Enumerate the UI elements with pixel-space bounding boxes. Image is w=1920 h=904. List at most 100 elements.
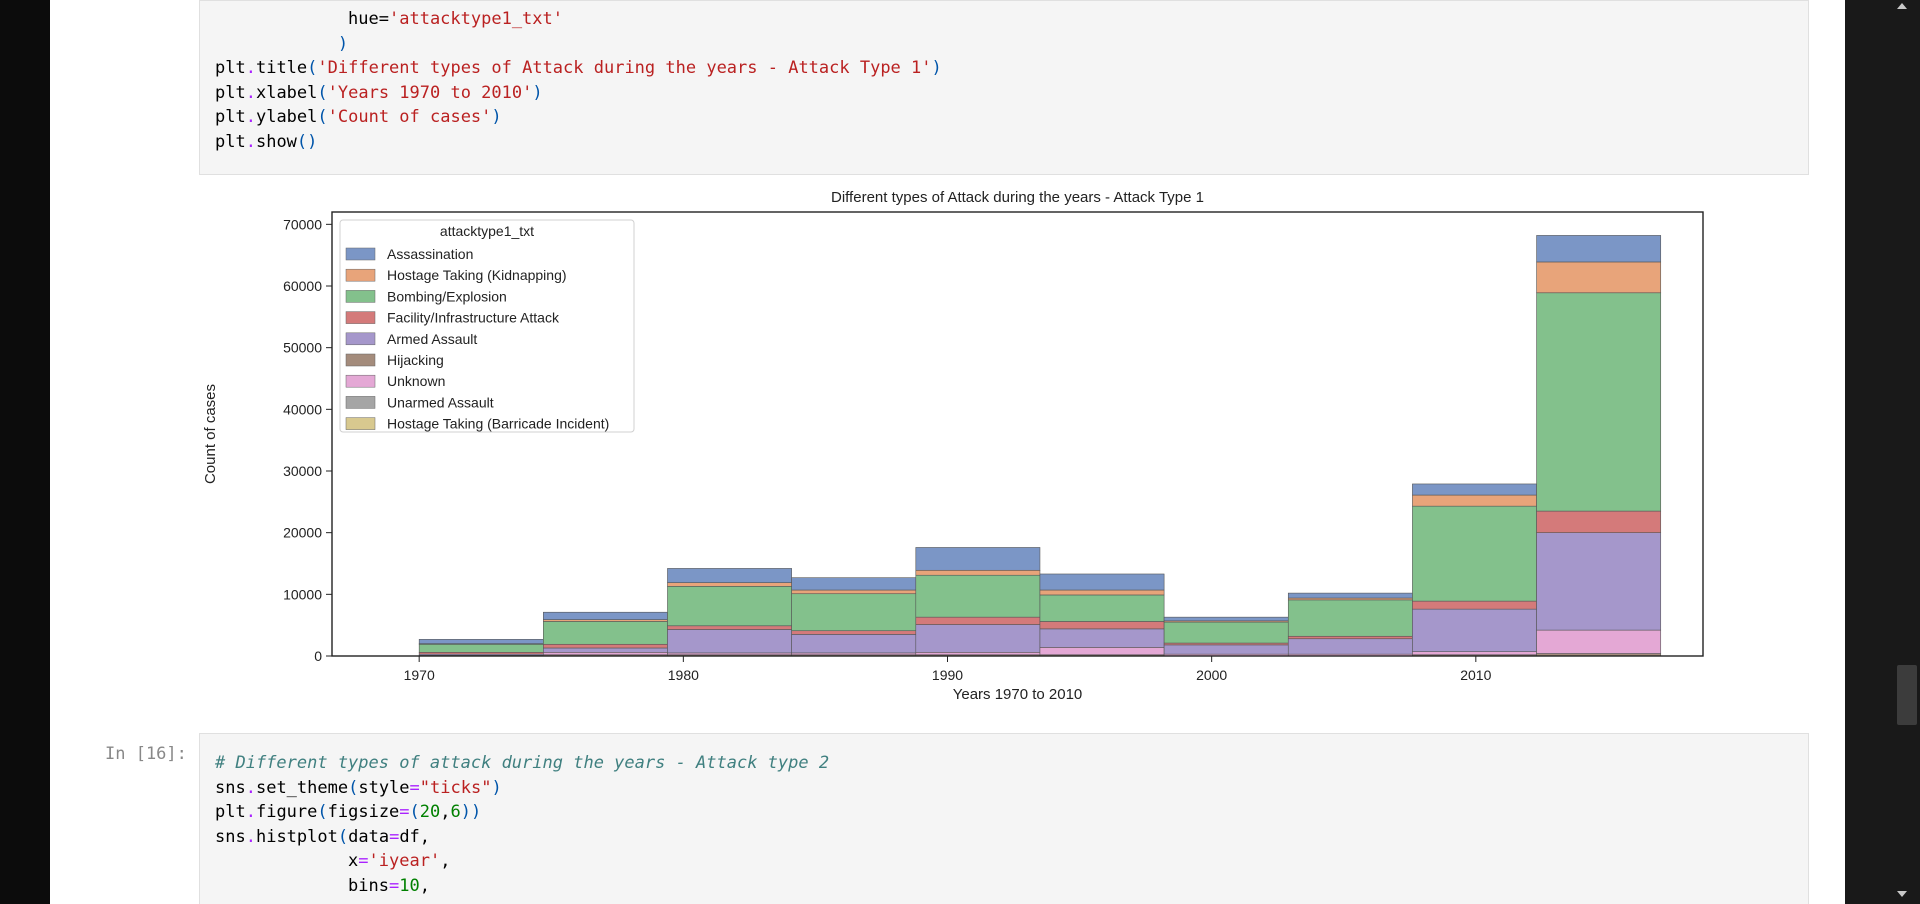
legend-swatch: [345, 374, 376, 388]
legend-label: Hijacking: [387, 352, 444, 368]
histogram-bar-segment: [791, 589, 917, 595]
code-comment: # Different types of attack during the y…: [215, 753, 830, 773]
legend-label: Hostage Taking (Kidnapping): [387, 267, 567, 283]
code-line: plt.show(): [215, 131, 318, 152]
y-tick-label: 20000: [283, 525, 322, 541]
legend-label: Facility/Infrastructure Attack: [387, 310, 560, 326]
code-line: plt.ylabel('Count of cases'): [215, 107, 502, 127]
x-tick-label: 1980: [668, 667, 699, 683]
code-line: sns.histplot(data=df,: [215, 826, 431, 847]
code-block: hue='attacktype1_txt' ) plt.title('Diffe…: [200, 1, 1808, 154]
code-line: sns.set_theme(style="ticks"): [215, 777, 502, 798]
legend-label: Unarmed Assault: [387, 394, 494, 410]
histogram-bar-segment: [1039, 573, 1165, 591]
histogram-bar-segment: [667, 568, 792, 583]
histogram-bar-segment: [1536, 235, 1662, 263]
scroll-down-arrow-icon[interactable]: [1897, 891, 1907, 897]
histogram-bar-segment: [791, 630, 917, 635]
histogram-bar-segment: [1536, 510, 1662, 533]
y-tick-label: 60000: [283, 278, 322, 294]
histogram-bar-segment: [1039, 594, 1165, 622]
legend-swatch: [345, 290, 376, 303]
histogram-bar-segment: [791, 593, 917, 632]
notebook-page: hue='attacktype1_txt' ) plt.title('Diffe…: [50, 0, 1845, 904]
code-line: x='iyear',: [215, 851, 451, 871]
legend-title: attacktype1_txt: [440, 223, 534, 239]
legend-label: Assassination: [387, 246, 473, 262]
scroll-up-arrow-icon[interactable]: [1897, 3, 1907, 9]
y-tick-label: 70000: [283, 216, 322, 232]
histogram-bar-segment: [543, 643, 668, 649]
y-tick-label: 30000: [283, 463, 322, 479]
histogram-bar-segment: [1039, 589, 1165, 596]
histogram-bar-segment: [667, 629, 792, 654]
histogram-bar-segment: [667, 625, 792, 630]
legend-label: Armed Assault: [387, 331, 477, 347]
histogram-bar-segment: [1287, 592, 1413, 599]
legend-label: Bombing/Explosion: [387, 288, 507, 304]
legend-swatch: [345, 311, 376, 324]
scrollbar-thumb[interactable]: [1897, 665, 1917, 725]
histogram-bar-segment: [1536, 292, 1662, 512]
code-line: plt.xlabel('Years 1970 to 2010'): [215, 82, 543, 103]
y-tick-label: 40000: [283, 401, 322, 417]
histogram-bar-segment: [1039, 628, 1165, 648]
code-line: plt.figure(figsize=(20,6)): [215, 802, 482, 822]
histogram-bar-segment: [543, 611, 668, 620]
histogram-bar-segment: [1287, 635, 1413, 640]
vertical-scrollbar[interactable]: [1845, 0, 1920, 904]
histogram-bar-segment: [915, 624, 1041, 653]
legend-label: Hostage Taking (Barricade Incident): [387, 416, 609, 432]
histogram-bar-segment: [1412, 483, 1537, 496]
code-block: # Different types of attack during the y…: [200, 734, 1808, 898]
histogram-bar-segment: [1412, 600, 1537, 610]
histogram-bar-segment: [1536, 261, 1662, 294]
chart-output: Different types of Attack during the yea…: [199, 185, 1845, 720]
histogram-bar-segment: [1536, 629, 1662, 654]
x-tick-label: 1970: [404, 667, 435, 683]
code-cell-plot-attack-type-2[interactable]: # Different types of attack during the y…: [199, 733, 1809, 904]
histogram-bar-segment: [1412, 651, 1537, 656]
histogram-bar-segment: [543, 621, 668, 645]
legend-swatch: [345, 332, 376, 346]
histogram-bar-segment: [1039, 647, 1165, 656]
histogram-bar-segment: [1287, 638, 1413, 655]
histogram-bar-segment: [1039, 621, 1165, 630]
histogram-bar-segment: [915, 651, 1041, 656]
histogram-chart: Different types of Attack during the yea…: [202, 189, 1704, 703]
histogram-bar-segment: [1163, 621, 1289, 644]
histogram-bar-segment: [667, 586, 792, 627]
histogram-bar-segment: [667, 582, 792, 587]
y-tick-label: 10000: [283, 586, 322, 602]
histogram-bar-segment: [1163, 644, 1289, 655]
histogram-bar-segment: [543, 647, 668, 653]
y-tick-label: 50000: [283, 340, 322, 356]
chart-title: Different types of Attack during the yea…: [831, 189, 1204, 206]
histogram-bar-segment: [915, 616, 1041, 625]
histogram-bar-segment: [791, 577, 917, 591]
legend-swatch: [345, 417, 376, 430]
code-cell-plot-attack-type-1[interactable]: hue='attacktype1_txt' ) plt.title('Diffe…: [199, 0, 1809, 175]
x-tick-label: 2010: [1460, 667, 1491, 683]
histogram-bar-segment: [418, 639, 544, 644]
histogram-bar-segment: [1287, 599, 1413, 637]
histogram-bar-segment: [1412, 608, 1537, 652]
y-tick-label: 0: [314, 648, 322, 664]
histogram-bar-segment: [1412, 505, 1537, 602]
code-line: plt.title('Different types of Attack dur…: [215, 58, 942, 78]
histogram-bar-segment: [543, 651, 668, 656]
x-axis-label: Years 1970 to 2010: [953, 686, 1083, 703]
x-tick-label: 1990: [932, 667, 963, 683]
histogram-bar-segment: [1412, 494, 1537, 507]
histogram-bar-segment: [915, 574, 1041, 618]
histogram-bar-segment: [915, 547, 1041, 571]
code-line: hue='attacktype1_txt': [215, 9, 563, 29]
code-line: bins=10,: [215, 875, 430, 896]
legend-swatch: [345, 396, 376, 409]
cell-prompt: In [16]:: [105, 744, 187, 764]
code-line: ): [337, 33, 349, 54]
histogram-bar-segment: [1536, 532, 1662, 631]
histogram-bar-segment: [915, 569, 1041, 576]
legend-swatch: [345, 268, 376, 282]
histogram-bar-segment: [1163, 616, 1289, 622]
